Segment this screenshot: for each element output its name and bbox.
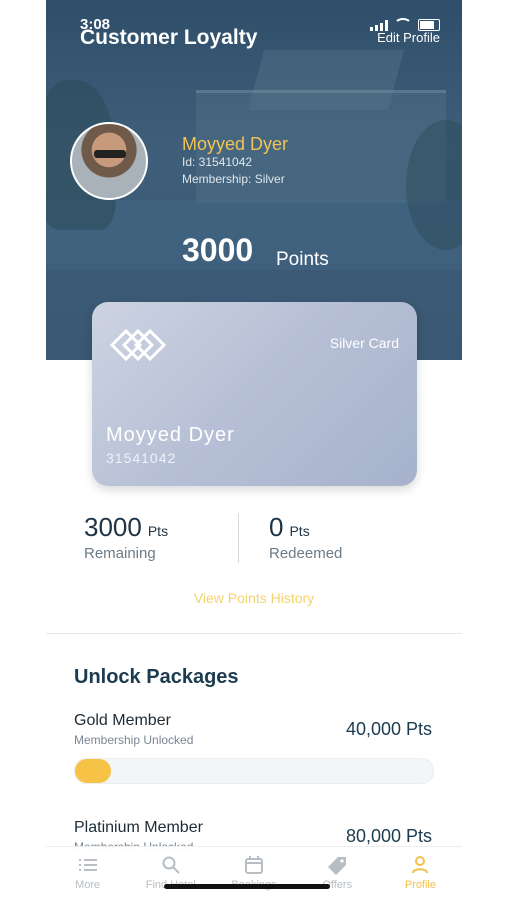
- edit-profile-button[interactable]: Edit Profile: [377, 30, 440, 45]
- redeemed-label: Redeemed: [269, 545, 343, 562]
- package-progress-fill: [75, 759, 111, 783]
- remaining-label: Remaining: [84, 545, 156, 562]
- redeemed-value: 0: [269, 512, 284, 542]
- card-holder-name: Moyyed Dyer: [106, 424, 235, 446]
- section-divider: [46, 633, 462, 634]
- calendar-icon: [243, 855, 265, 875]
- remaining-value: 3000: [84, 512, 142, 542]
- points-total: 3000: [182, 232, 254, 268]
- package-points: 40,000 Pts: [345, 719, 432, 739]
- user-icon: [409, 855, 431, 875]
- stats-divider: [238, 513, 239, 563]
- card-type: Silver Card: [329, 335, 399, 351]
- list-icon: [77, 855, 99, 875]
- tag-icon: [326, 855, 348, 875]
- points-label: Points: [276, 249, 329, 270]
- profile-name: Moyyed Dyer: [182, 134, 289, 154]
- package-name: Gold Member: [74, 712, 171, 729]
- redeemed-points: 0 Pts Redeemed: [269, 512, 342, 562]
- tab-find-hotel[interactable]: Find Hotel: [129, 847, 212, 900]
- tab-label: More: [75, 879, 101, 891]
- unlock-packages-title: Unlock Packages: [74, 666, 239, 688]
- membership-level: Membership: Silver: [182, 172, 285, 186]
- package-progress-bar: [74, 758, 434, 784]
- view-points-history-link[interactable]: View Points History: [46, 590, 462, 606]
- tab-more[interactable]: More: [46, 847, 129, 900]
- avatar: [70, 122, 148, 200]
- tab-bookings[interactable]: Bookings: [212, 847, 295, 900]
- package-status: Membership Unlocked: [74, 733, 194, 747]
- remaining-points: 3000 Pts Remaining: [84, 512, 168, 562]
- package-points: 80,000 Pts: [345, 826, 432, 846]
- remaining-unit: Pts: [147, 523, 169, 539]
- signal-icon: [370, 19, 388, 31]
- brand-logo-icon: [109, 328, 166, 362]
- search-icon: [160, 855, 182, 875]
- home-indicator: [164, 884, 330, 889]
- page-title: Customer Loyalty: [80, 26, 258, 49]
- member-id: Id: 31541042: [182, 155, 253, 169]
- loyalty-screen: 3:08 Customer Loyalty Edit Profile Moyye…: [46, 0, 462, 900]
- tab-profile[interactable]: Profile: [379, 847, 462, 900]
- bottom-tab-bar: More Find Hotel Bookings Offers Profile: [46, 846, 462, 900]
- package-name: Platinium Member: [74, 819, 203, 836]
- redeemed-unit: Pts: [289, 523, 310, 539]
- loyalty-card[interactable]: Silver Card Moyyed Dyer 31541042: [92, 302, 417, 486]
- card-number: 31541042: [106, 450, 177, 466]
- tab-label: Profile: [404, 879, 436, 891]
- tab-offers[interactable]: Offers: [296, 847, 379, 900]
